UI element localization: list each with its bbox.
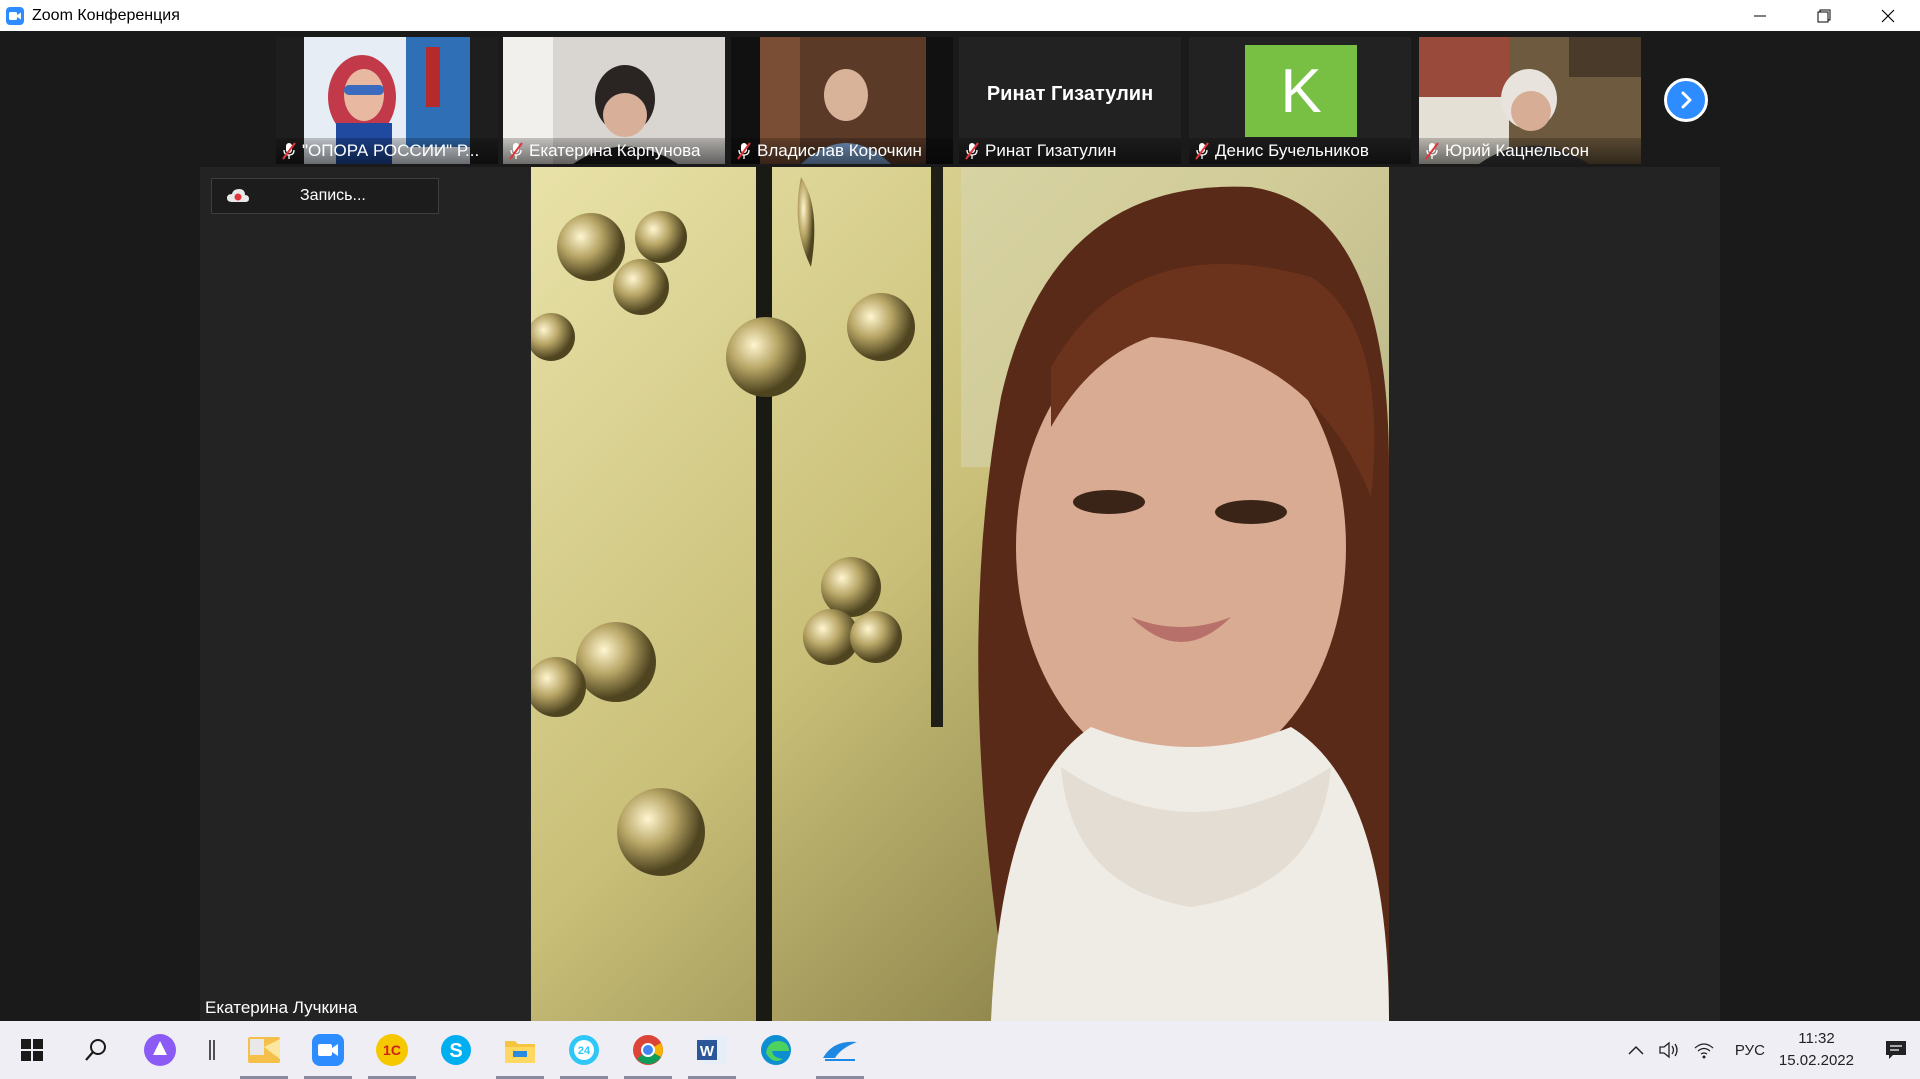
window-titlebar: Zoom Конференция xyxy=(0,0,1920,32)
notifications-icon[interactable] xyxy=(1872,1021,1920,1079)
volume-icon[interactable] xyxy=(1653,1021,1687,1079)
participant-name: Денис Бучельников xyxy=(1215,141,1369,160)
chevron-right-icon xyxy=(1681,91,1692,109)
participant-display-name: Ринат Гизатулин xyxy=(986,83,1154,105)
wifi-icon[interactable] xyxy=(1687,1021,1721,1079)
chevron-up-icon[interactable] xyxy=(1619,1021,1653,1079)
muted-mic-icon xyxy=(1425,142,1439,160)
muted-mic-icon xyxy=(282,142,296,160)
app-icon[interactable] xyxy=(808,1021,872,1079)
active-speaker-name: Екатерина Лучкина xyxy=(205,998,358,1017)
participant-name: "ОПОРА РОССИИ" Р... xyxy=(302,141,480,160)
clock-time: 11:32 xyxy=(1798,1030,1835,1047)
participant-name: Владислав Корочкин xyxy=(757,141,922,160)
windows-taskbar: 1С S 24 W РУС 11:32 15.02.2022 xyxy=(0,1021,1920,1079)
active-speaker-video xyxy=(531,167,1389,1021)
participant-strip: "ОПОРА РОССИИ" Р... Екатерина Карпунова … xyxy=(0,31,1920,167)
recording-label: Запись... xyxy=(300,187,366,204)
participant-name: Ринат Гизатулин xyxy=(985,141,1117,160)
1c-icon[interactable]: 1С xyxy=(360,1021,424,1079)
minimize-button[interactable] xyxy=(1728,0,1792,31)
participant-tile[interactable]: Ринат Гизатулин Ринат Гизатулин xyxy=(959,37,1181,164)
muted-mic-icon xyxy=(1195,142,1209,160)
participant-name-bar: Екатерина Карпунова xyxy=(503,138,725,164)
recording-indicator-button[interactable]: Запись... xyxy=(211,178,439,214)
muted-mic-icon xyxy=(509,142,523,160)
clock-date: 15.02.2022 xyxy=(1778,1052,1854,1069)
zoom-icon[interactable] xyxy=(296,1021,360,1079)
participant-tile[interactable]: Юрий Кацнельсон xyxy=(1419,37,1641,164)
svg-text:24: 24 xyxy=(578,1045,591,1057)
zoom-app-icon xyxy=(6,6,24,25)
start-icon[interactable] xyxy=(0,1021,64,1079)
bitrix24-icon[interactable]: 24 xyxy=(552,1021,616,1079)
explorer-icon[interactable] xyxy=(488,1021,552,1079)
clock[interactable]: 11:32 15.02.2022 xyxy=(1779,1028,1854,1072)
cortana-icon[interactable] xyxy=(128,1021,192,1079)
muted-mic-icon xyxy=(965,142,979,160)
participant-name: Екатерина Карпунова xyxy=(529,141,701,160)
task-view-divider-icon[interactable] xyxy=(192,1021,232,1079)
search-icon[interactable] xyxy=(64,1021,128,1079)
participant-tile[interactable]: Владислав Корочкин xyxy=(731,37,953,164)
svg-text:S: S xyxy=(449,1040,462,1062)
participant-name-bar: Владислав Корочкин xyxy=(731,138,953,164)
restore-button[interactable] xyxy=(1792,0,1856,31)
participant-name: Юрий Кацнельсон xyxy=(1445,141,1590,160)
next-page-button[interactable] xyxy=(1664,78,1708,122)
muted-mic-icon xyxy=(737,142,751,160)
input-language-indicator[interactable]: РУС xyxy=(1735,1042,1765,1059)
edge-icon[interactable] xyxy=(744,1021,808,1079)
avatar: K xyxy=(1245,45,1357,137)
close-button[interactable] xyxy=(1856,0,1920,31)
participant-name-bar: Ринат Гизатулин xyxy=(959,138,1181,164)
word-icon[interactable]: W xyxy=(680,1021,744,1079)
speaker-video-frame xyxy=(531,167,1389,1021)
participant-name-bar: "ОПОРА РОССИИ" Р... xyxy=(276,138,498,164)
cloud-record-icon xyxy=(227,189,249,202)
system-tray: РУС 11:32 15.02.2022 xyxy=(1619,1021,1920,1079)
outlook-icon[interactable] xyxy=(232,1021,296,1079)
participant-tile[interactable]: Екатерина Карпунова xyxy=(503,37,725,164)
participant-tile[interactable]: K Денис Бучельников xyxy=(1189,37,1411,164)
window-title: Zoom Конференция xyxy=(32,6,180,24)
svg-text:1С: 1С xyxy=(383,1042,401,1058)
svg-text:W: W xyxy=(700,1043,715,1060)
participant-tile[interactable]: "ОПОРА РОССИИ" Р... xyxy=(276,37,498,164)
chrome-icon[interactable] xyxy=(616,1021,680,1079)
participant-name-bar: Денис Бучельников xyxy=(1189,138,1411,164)
participant-name-bar: Юрий Кацнельсон xyxy=(1419,138,1641,164)
skype-icon[interactable]: S xyxy=(424,1021,488,1079)
